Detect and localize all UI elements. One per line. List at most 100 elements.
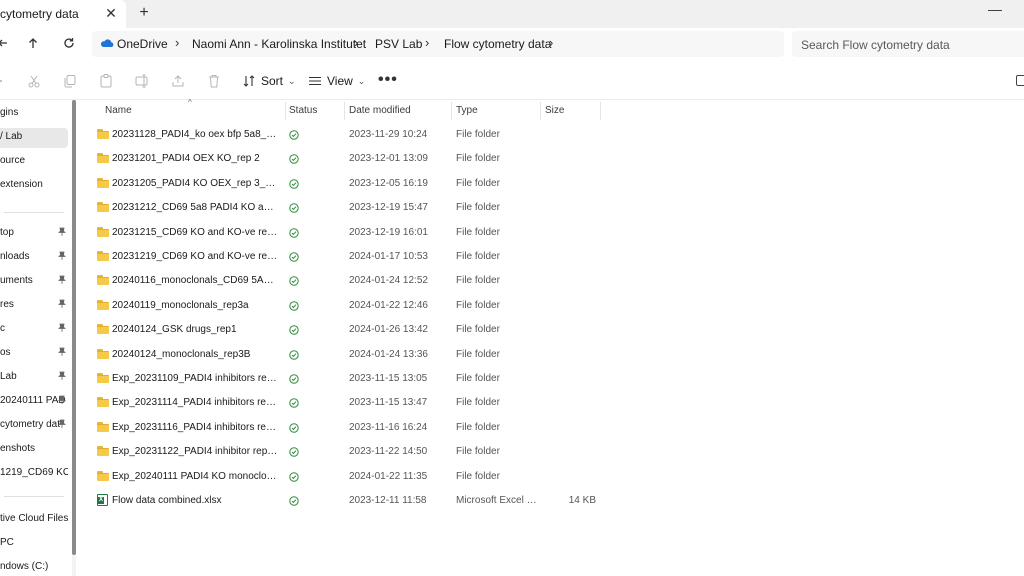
file-date-modified: 2024-01-26 13:42 bbox=[349, 324, 428, 336]
copy-icon[interactable] bbox=[62, 73, 78, 89]
navigation-pane: gins / Lab ource extension top nloads uments re… bbox=[0, 100, 68, 576]
folder-icon bbox=[97, 153, 109, 164]
sync-status-icon bbox=[289, 300, 299, 311]
sidebar-item[interactable]: c bbox=[0, 320, 68, 340]
breadcrumb-flow-cytometry[interactable]: Flow cytometry data bbox=[444, 37, 551, 51]
column-header-name[interactable]: Name bbox=[105, 105, 132, 116]
column-header-date-modified[interactable]: Date modified bbox=[349, 105, 411, 116]
chevron-right-icon[interactable]: › bbox=[175, 35, 179, 50]
file-date-modified: 2023-11-16 16:24 bbox=[349, 421, 428, 433]
details-pane-icon[interactable] bbox=[1016, 75, 1024, 86]
file-type: File folder bbox=[456, 177, 500, 189]
file-type: File folder bbox=[456, 470, 500, 482]
file-date-modified: 2024-01-17 10:53 bbox=[349, 251, 428, 262]
view-list-icon bbox=[309, 76, 321, 86]
sidebar-item[interactable]: 20240111 PAD bbox=[0, 392, 68, 412]
file-row[interactable]: Exp_20231122_PADI4 inhibitor rep 4 5A8..… bbox=[94, 441, 604, 465]
file-row[interactable]: 20240124_monoclonals_rep3B 2024-01-24 13:… bbox=[94, 344, 604, 368]
sidebar-item[interactable]: PC bbox=[0, 534, 68, 554]
chevron-right-icon[interactable]: › bbox=[354, 35, 358, 50]
sidebar-item[interactable]: gins bbox=[0, 104, 68, 124]
sync-status-icon bbox=[289, 446, 299, 457]
breadcrumb-onedrive[interactable]: OneDrive bbox=[117, 37, 168, 51]
sidebar-scrollbar[interactable] bbox=[72, 100, 76, 576]
breadcrumb-naomi-ann[interactable]: Naomi Ann - Karolinska Institutet bbox=[192, 37, 366, 51]
file-row[interactable]: Exp_20231116_PADI4 inhibitors rep 3 5A..… bbox=[94, 417, 604, 441]
file-row[interactable]: 20231212_CD69 5a8 PADI4 KO and neg_r... 2… bbox=[94, 197, 604, 221]
new-item-icon[interactable] bbox=[0, 73, 10, 89]
arrow-left-icon[interactable] bbox=[0, 34, 12, 52]
file-row[interactable]: 20231219_CD69 KO and KO-ve rep 3 2024-01-… bbox=[94, 246, 604, 270]
folder-icon bbox=[97, 251, 109, 261]
new-tab-button[interactable]: + bbox=[136, 4, 152, 22]
column-divider[interactable] bbox=[540, 102, 541, 120]
folder-icon bbox=[97, 348, 109, 359]
search-input[interactable]: Search Flow cytometry data bbox=[792, 31, 1024, 57]
file-date-modified: 2023-11-29 10:24 bbox=[349, 129, 428, 140]
file-row[interactable]: 20231205_PADI4 KO OEX_rep 3_ko-ve 2023-12… bbox=[94, 173, 604, 197]
rename-icon[interactable] bbox=[134, 73, 150, 89]
sidebar-item[interactable]: ource bbox=[0, 152, 68, 172]
file-name: 20240124_monoclonals_rep3B bbox=[112, 348, 251, 360]
folder-icon bbox=[97, 397, 109, 408]
sidebar-item[interactable]: top bbox=[0, 224, 68, 244]
column-divider[interactable] bbox=[285, 102, 286, 120]
column-header-status[interactable]: Status bbox=[289, 105, 317, 116]
folder-icon bbox=[97, 202, 109, 213]
sidebar-item[interactable]: res bbox=[0, 296, 68, 316]
sync-status-icon bbox=[289, 324, 299, 335]
folder-icon bbox=[97, 373, 109, 383]
file-row[interactable]: Exp_20240111 PADI4 KO monoclonals P... 20… bbox=[94, 466, 604, 490]
sidebar-item[interactable]: nloads bbox=[0, 248, 68, 268]
refresh-icon[interactable] bbox=[60, 34, 78, 52]
more-options-button[interactable]: ••• bbox=[378, 71, 398, 89]
sidebar-item-label: 20240111 PAD bbox=[0, 395, 66, 406]
file-row[interactable]: 20231201_PADI4 OEX KO_rep 2 2023-12-01 13… bbox=[94, 148, 604, 172]
file-row[interactable]: Exp_20231114_PADI4 inhibitors rep 2 5A8 2… bbox=[94, 392, 604, 416]
file-name: 20231201_PADI4 OEX KO_rep 2 bbox=[112, 153, 260, 165]
view-button[interactable]: View ⌄ bbox=[308, 72, 365, 90]
tab-flow-cytometry[interactable]: cytometry data ✕ bbox=[0, 0, 126, 28]
file-row[interactable]: Exp_20231109_PADI4 inhibitors rep 1 5A8 2… bbox=[94, 368, 604, 392]
file-row[interactable]: 20231215_CD69 KO and KO-ve rep 2 2023-12-… bbox=[94, 222, 604, 246]
sidebar-item[interactable]: / Lab bbox=[0, 128, 68, 148]
chevron-right-icon[interactable]: › bbox=[549, 35, 553, 50]
sidebar-item[interactable]: 1219_CD69 KO ar bbox=[0, 464, 68, 484]
file-row[interactable]: 20231128_PADI4_ko oex bfp 5a8_rep1 2023-1… bbox=[94, 124, 604, 148]
column-divider[interactable] bbox=[451, 102, 452, 120]
column-divider[interactable] bbox=[600, 102, 601, 120]
sidebar-item-label: ndows (C:) bbox=[0, 561, 49, 572]
paste-icon[interactable] bbox=[98, 73, 114, 89]
chevron-right-icon[interactable]: › bbox=[425, 35, 429, 50]
cut-icon[interactable] bbox=[26, 73, 42, 89]
sidebar-item[interactable]: uments bbox=[0, 272, 68, 292]
navigation-bar: OneDrive › Naomi Ann - Karolinska Instit… bbox=[0, 28, 1024, 62]
pin-icon bbox=[58, 395, 66, 406]
delete-icon[interactable] bbox=[206, 73, 222, 89]
close-icon[interactable]: ✕ bbox=[104, 5, 118, 21]
sidebar-item[interactable]: cytometry dat bbox=[0, 416, 68, 436]
file-type: Microsoft Excel W... bbox=[456, 495, 538, 506]
column-header-size[interactable]: Size bbox=[545, 105, 564, 116]
sidebar-item[interactable]: extension bbox=[0, 176, 68, 196]
file-row[interactable]: 20240119_monoclonals_rep3a 2024-01-22 12:… bbox=[94, 295, 604, 319]
sort-button[interactable]: Sort ⌄ bbox=[242, 72, 296, 90]
sidebar-item[interactable]: os bbox=[0, 344, 68, 364]
sidebar-item[interactable]: tive Cloud Files bbox=[0, 510, 68, 530]
minimize-button[interactable]: — bbox=[988, 2, 1002, 19]
file-row[interactable]: X Flow data combined.xlsx 2023-12-11 11:58… bbox=[94, 490, 604, 514]
share-icon[interactable] bbox=[170, 73, 186, 89]
file-row[interactable]: 20240124_GSK drugs_rep1 2024-01-26 13:42 F… bbox=[94, 319, 604, 343]
address-bar[interactable]: OneDrive › Naomi Ann - Karolinska Instit… bbox=[92, 31, 784, 57]
sidebar-item[interactable]: ndows (C:) bbox=[0, 558, 68, 576]
column-header-type[interactable]: Type bbox=[456, 105, 478, 116]
sync-status-icon bbox=[289, 251, 299, 262]
arrow-up-icon[interactable] bbox=[24, 34, 42, 52]
breadcrumb-psv-lab[interactable]: PSV Lab bbox=[375, 37, 422, 51]
sidebar-item[interactable]: Lab bbox=[0, 368, 68, 388]
column-divider[interactable] bbox=[344, 102, 345, 120]
sidebar-item[interactable]: enshots bbox=[0, 440, 68, 460]
file-row[interactable]: 20240116_monoclonals_CD69 5A8_rep2 2024-0… bbox=[94, 270, 604, 294]
scrollbar-thumb[interactable] bbox=[72, 100, 76, 555]
file-type: File folder bbox=[456, 397, 500, 409]
